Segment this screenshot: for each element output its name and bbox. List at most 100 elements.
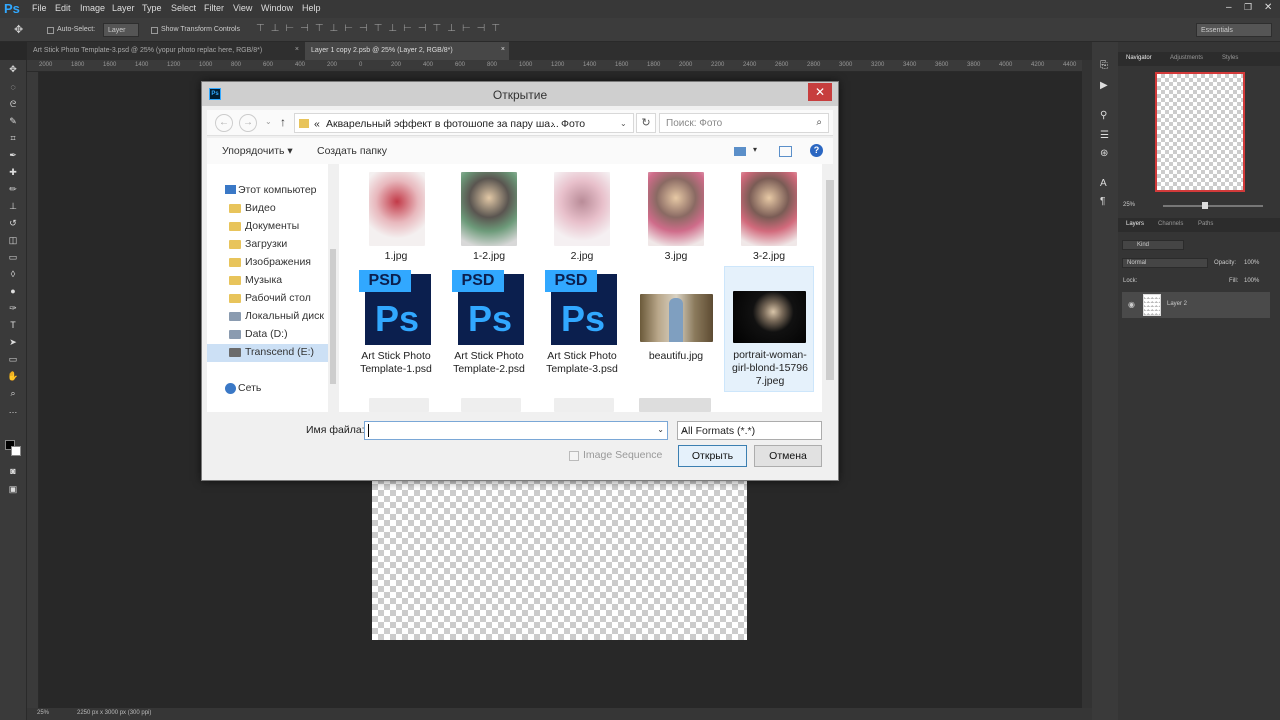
dodge-tool-icon[interactable]: ● (6, 286, 20, 296)
navigator-slider-handle[interactable] (1202, 202, 1208, 209)
layer-select[interactable]: Layer (103, 23, 139, 37)
address-dropdown-icon[interactable]: ⌄ (620, 119, 627, 128)
new-folder-button[interactable]: Создать папку (317, 145, 387, 157)
address-bar[interactable]: « Акварельный эффект в фотошопе за пару … (294, 113, 634, 133)
tab-paths[interactable]: Paths (1198, 221, 1213, 227)
move-tool-icon[interactable]: ✥ (14, 23, 23, 36)
nav-local-disk[interactable]: Локальный диск (245, 310, 324, 322)
quick-select-tool-icon[interactable]: ✎ (6, 116, 20, 126)
filename-input[interactable]: ⌄ (364, 421, 668, 440)
back-icon[interactable]: ← (215, 114, 233, 132)
history-panel-icon[interactable]: ⎘ (1100, 60, 1108, 71)
file-item[interactable]: 3-2.jpg (724, 168, 814, 266)
character-panel-icon[interactable]: A (1100, 178, 1107, 189)
gradient-tool-icon[interactable]: ▭ (6, 252, 20, 262)
tab-layer-1-copy-2[interactable]: Layer 1 copy 2.psb @ 25% (Layer 2, RGB/8… (305, 42, 509, 60)
menu-filter[interactable]: Filter (204, 3, 224, 13)
open-button[interactable]: Открыть (678, 445, 747, 467)
align-icons[interactable]: ⊤⊥⊢⊣⊤⊥⊢⊣⊤⊥⊢⊣⊤⊥⊢⊣⊤ (256, 23, 506, 34)
brush-presets-icon[interactable]: ☰ (1100, 130, 1109, 141)
tab-styles[interactable]: Styles (1222, 55, 1238, 61)
close-app-icon[interactable]: ✕ (1264, 2, 1272, 13)
tab-adjustments[interactable]: Adjustments (1170, 55, 1203, 61)
marquee-tool-icon[interactable]: ◌ (6, 82, 20, 92)
path-select-tool-icon[interactable]: ➤ (6, 337, 20, 347)
menu-edit[interactable]: Edit (55, 3, 71, 13)
file-item[interactable]: 1-2.jpg (444, 168, 534, 266)
view-options-icon[interactable] (734, 147, 746, 156)
pen-tool-icon[interactable]: ✑ (6, 303, 20, 313)
tab-navigator[interactable]: Navigator (1126, 55, 1152, 61)
navigation-scrollbar[interactable] (328, 164, 338, 412)
tab-channels[interactable]: Channels (1158, 221, 1183, 227)
paragraph-panel-icon[interactable]: ¶ (1100, 196, 1105, 207)
blend-mode-select[interactable]: Normal (1122, 258, 1208, 268)
hand-tool-icon[interactable]: ✋ (6, 371, 20, 381)
nav-downloads[interactable]: Загрузки (245, 238, 287, 250)
recent-locations-icon[interactable]: ⌄ (265, 117, 272, 126)
screen-mode-icon[interactable]: ▣ (6, 484, 20, 494)
nav-music[interactable]: Музыка (245, 274, 282, 286)
crop-tool-icon[interactable]: ⌗ (6, 133, 20, 143)
menu-select[interactable]: Select (171, 3, 196, 13)
move-tool-icon[interactable]: ✥ (6, 64, 20, 74)
file-list-scrollbar[interactable] (824, 164, 836, 412)
tab-layers[interactable]: Layers (1126, 221, 1144, 227)
brush-panel-icon[interactable]: ⚲ (1100, 110, 1107, 121)
quick-mask-icon[interactable]: ◙ (6, 466, 20, 476)
nav-pictures[interactable]: Изображения (245, 256, 311, 268)
nav-network[interactable]: Сеть (238, 382, 261, 394)
tab-art-stick-template-3[interactable]: Art Stick Photo Template-3.psd @ 25% (yo… (27, 42, 303, 60)
menu-file[interactable]: File (32, 3, 47, 13)
layer-filter-kind[interactable]: Kind (1122, 240, 1184, 250)
file-item[interactable]: 2.jpg (537, 168, 627, 266)
menu-image[interactable]: Image (80, 3, 105, 13)
filename-dropdown-icon[interactable]: ⌄ (657, 425, 664, 434)
zoom-tool-icon[interactable]: ⌕ (6, 388, 20, 398)
file-item[interactable]: PSD Ps Art Stick Photo Template-2.psd (444, 268, 534, 392)
preview-pane-icon[interactable] (779, 146, 792, 157)
nav-documents[interactable]: Документы (245, 220, 299, 232)
scrollbar-thumb[interactable] (826, 180, 834, 380)
visibility-eye-icon[interactable]: ◉ (1128, 300, 1135, 309)
help-icon[interactable]: ? (810, 144, 823, 157)
file-item[interactable]: 3.jpg (631, 168, 721, 266)
blur-tool-icon[interactable]: ◊ (6, 269, 20, 279)
menu-type[interactable]: Type (142, 3, 162, 13)
minimize-icon[interactable]: – (1226, 2, 1232, 13)
breadcrumb-folder[interactable]: Акварельный эффект в фотошопе за пару ша… (326, 118, 559, 130)
lasso-tool-icon[interactable]: ᘓ (6, 99, 20, 109)
eyedropper-tool-icon[interactable]: ✒ (6, 150, 20, 160)
type-tool-icon[interactable]: T (6, 320, 20, 330)
file-item[interactable]: PSD Ps Art Stick Photo Template-1.psd (351, 268, 441, 392)
menu-window[interactable]: Window (261, 3, 293, 13)
file-item[interactable]: beautifu.jpg (631, 268, 721, 392)
brush-tool-icon[interactable]: ✏ (6, 184, 20, 194)
menu-view[interactable]: View (233, 3, 252, 13)
breadcrumb-current[interactable]: Фото (561, 118, 585, 130)
menu-layer[interactable]: Layer (112, 3, 135, 13)
navigator-preview[interactable] (1155, 72, 1245, 192)
zoom-level[interactable]: 25% (37, 710, 49, 716)
image-sequence-checkbox[interactable] (569, 451, 579, 461)
healing-tool-icon[interactable]: ✚ (6, 167, 20, 177)
nav-desktop[interactable]: Рабочий стол (245, 292, 311, 304)
up-folder-icon[interactable]: ↑ (280, 115, 286, 129)
clone-source-icon[interactable]: ⊛ (1100, 148, 1108, 159)
scrollbar-thumb[interactable] (330, 249, 336, 384)
opacity-value[interactable]: 100% (1244, 260, 1259, 266)
shape-tool-icon[interactable]: ▭ (6, 354, 20, 364)
file-item[interactable]: 1.jpg (351, 168, 441, 266)
more-tools-icon[interactable]: … (6, 405, 20, 415)
document-canvas[interactable] (372, 478, 747, 640)
view-dropdown-icon[interactable]: ▾ (753, 145, 757, 154)
cancel-button[interactable]: Отмена (754, 445, 822, 467)
menu-help[interactable]: Help (302, 3, 321, 13)
fill-value[interactable]: 100% (1244, 278, 1259, 284)
navigator-zoom-slider[interactable] (1163, 205, 1263, 207)
dialog-close-button[interactable]: ✕ (808, 83, 832, 101)
tab-close-icon[interactable]: × (501, 46, 505, 53)
tab-close-icon[interactable]: × (295, 46, 299, 53)
file-type-select[interactable]: All Formats (*.*) ⌄ (677, 421, 822, 440)
forward-icon[interactable]: → (239, 114, 257, 132)
